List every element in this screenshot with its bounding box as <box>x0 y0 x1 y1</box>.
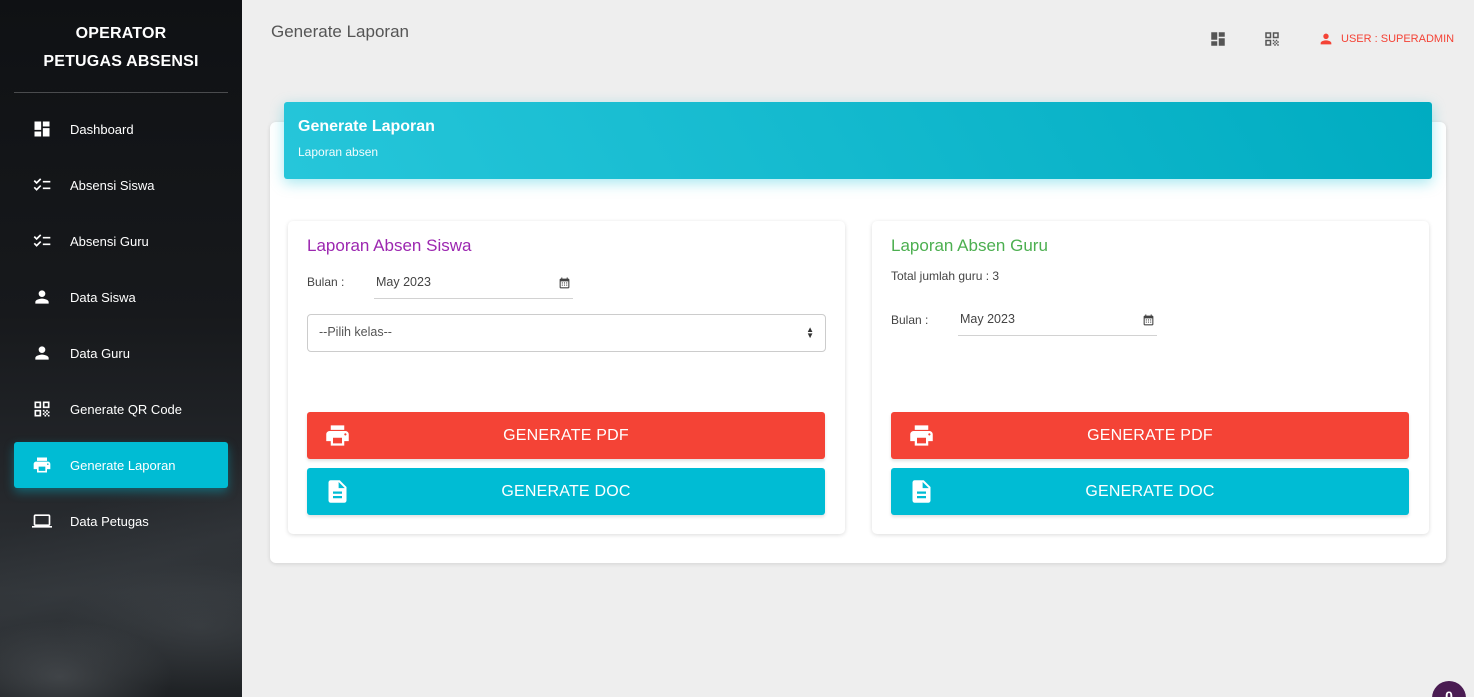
button-label: GENERATE PDF <box>503 426 629 444</box>
page-title: Generate Laporan <box>271 22 409 41</box>
button-label: GENERATE DOC <box>1085 482 1215 500</box>
sidebar-item-data-siswa[interactable]: Data Siswa <box>14 274 228 320</box>
dashboard-icon <box>32 119 52 139</box>
person-icon <box>32 343 52 363</box>
brand-line-1: OPERATOR <box>75 25 167 42</box>
select-arrows-icon: ▲ ▼ <box>806 325 814 340</box>
total-guru-text: Total jumlah guru : 3 <box>891 269 1000 283</box>
person-icon <box>32 287 52 307</box>
sidebar-item-absensi-guru[interactable]: Absensi Guru <box>14 218 228 264</box>
sidebar-item-data-guru[interactable]: Data Guru <box>14 330 228 376</box>
floating-badge-button[interactable]: 0 <box>1432 681 1466 697</box>
month-value: May 2023 <box>376 275 431 289</box>
checklist-icon <box>32 175 52 195</box>
printer-icon <box>32 455 52 475</box>
month-field[interactable]: May 2023 <box>374 271 573 299</box>
brand-divider <box>14 92 228 93</box>
laporan-siswa-panel: Laporan Absen Siswa Bulan : May 2023 --P… <box>288 221 845 534</box>
dashboard-icon[interactable] <box>1209 30 1227 48</box>
month-value: May 2023 <box>960 312 1015 326</box>
sidebar-item-label: Generate Laporan <box>70 457 176 473</box>
sidebar-item-label: Data Petugas <box>70 513 149 529</box>
calendar-icon[interactable] <box>1142 312 1155 326</box>
card-header-title: Generate Laporan <box>298 118 435 135</box>
sidebar-item-generate-qr-code[interactable]: Generate QR Code <box>14 386 228 432</box>
qr-code-icon <box>32 399 52 419</box>
sidebar-item-label: Generate QR Code <box>70 401 183 417</box>
generate-pdf-button[interactable]: GENERATE PDF <box>307 412 825 459</box>
panel-title: Laporan Absen Guru <box>891 236 1048 255</box>
user-label: USER : SUPERADMIN <box>1341 33 1455 45</box>
sidebar-item-label: Absensi Guru <box>70 233 149 249</box>
month-label: Bulan : <box>891 313 929 327</box>
card-header-subtitle: Laporan absen <box>298 145 379 159</box>
panel-title: Laporan Absen Siswa <box>307 236 472 255</box>
laptop-icon <box>32 511 52 531</box>
sidebar-item-label: Data Guru <box>70 345 130 361</box>
brand: OPERATOR PETUGAS ABSENSI <box>0 20 242 76</box>
sidebar-item-data-petugas[interactable]: Data Petugas <box>14 498 228 544</box>
sidebar-nav: Dashboard Absensi Siswa Absensi Guru Dat… <box>14 106 228 554</box>
generate-doc-button[interactable]: GENERATE DOC <box>307 468 825 515</box>
card-header: Generate Laporan Laporan absen <box>284 102 1432 179</box>
person-icon <box>1320 33 1332 45</box>
month-field[interactable]: May 2023 <box>958 308 1157 336</box>
generate-doc-button[interactable]: GENERATE DOC <box>891 468 1409 515</box>
qr-code-icon[interactable] <box>1263 30 1281 48</box>
checklist-icon <box>32 231 52 251</box>
printer-icon <box>908 422 935 449</box>
button-label: GENERATE DOC <box>501 482 631 500</box>
sidebar-item-dashboard[interactable]: Dashboard <box>14 106 228 152</box>
button-label: GENERATE PDF <box>1087 426 1213 444</box>
kelas-select[interactable]: --Pilih kelas-- ▲ ▼ <box>307 314 826 352</box>
sidebar-item-generate-laporan[interactable]: Generate Laporan <box>14 442 228 488</box>
generate-pdf-button[interactable]: GENERATE PDF <box>891 412 1409 459</box>
calendar-icon[interactable] <box>558 275 571 289</box>
laporan-guru-panel: Laporan Absen Guru Total jumlah guru : 3… <box>872 221 1429 534</box>
sidebar-item-absensi-siswa[interactable]: Absensi Siswa <box>14 162 228 208</box>
kelas-select-value: --Pilih kelas-- <box>319 325 392 339</box>
sidebar-item-label: Dashboard <box>70 121 134 137</box>
sidebar-item-label: Data Siswa <box>70 289 136 305</box>
printer-icon <box>324 422 351 449</box>
user-menu-link[interactable]: USER : SUPERADMIN <box>1318 31 1454 47</box>
month-label: Bulan : <box>307 275 345 289</box>
brand-line-2: PETUGAS ABSENSI <box>43 53 199 70</box>
sidebar: OPERATOR PETUGAS ABSENSI Dashboard Absen… <box>0 0 242 697</box>
sidebar-item-label: Absensi Siswa <box>70 177 155 193</box>
document-icon <box>908 478 935 505</box>
document-icon <box>324 478 351 505</box>
